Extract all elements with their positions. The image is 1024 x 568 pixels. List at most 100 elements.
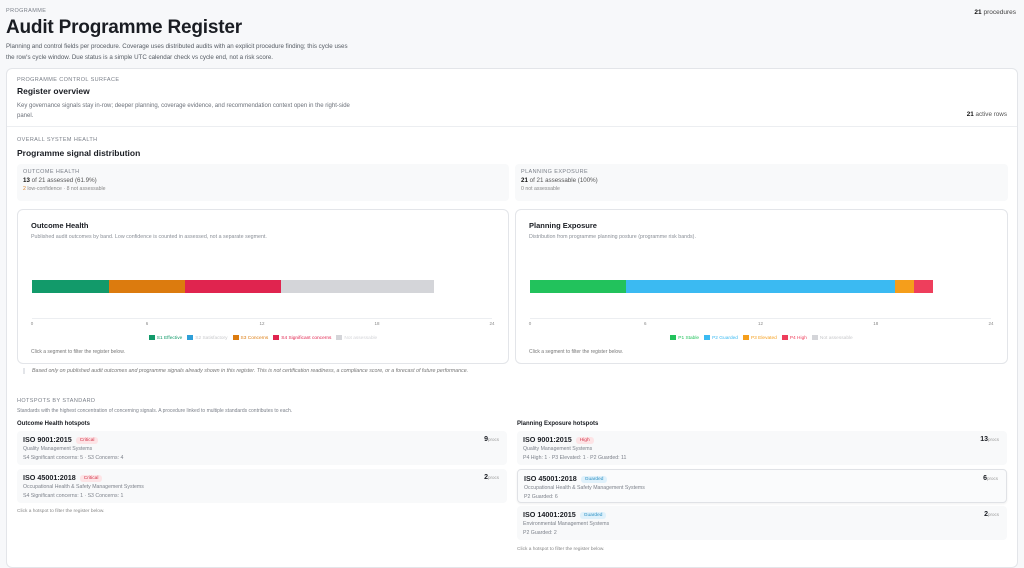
hotspot-item[interactable]: ISO 14001:2015 Guarded Environmental Manag… bbox=[517, 506, 1007, 540]
hotspot-standard-title: Quality Management Systems bbox=[523, 446, 593, 452]
legend-item[interactable]: S3 Concerns bbox=[232, 335, 268, 341]
divider bbox=[7, 126, 1017, 127]
planning-stat-label: PLANNING EXPOSURE bbox=[521, 169, 589, 175]
hotspot-item[interactable]: ISO 45001:2018 Guarded Occupational Health… bbox=[517, 469, 1007, 503]
legend-swatch bbox=[148, 335, 155, 340]
bar-segment-s3-concerns[interactable] bbox=[108, 280, 186, 293]
planning-hotspots-note: Click a hotspot to filter the register b… bbox=[517, 547, 605, 552]
page-title: Audit Programme Register bbox=[6, 17, 242, 38]
procedure-count: 21 procedures bbox=[974, 9, 1016, 16]
hotspot-count: 13procs bbox=[980, 436, 999, 443]
legend-swatch bbox=[187, 335, 194, 340]
chart-legend: S1 Effective S2 Satisfactory S3 Concerns S4… bbox=[18, 335, 508, 341]
hotspot-detail: P2 Guarded: 2 bbox=[523, 530, 557, 536]
outcome-hotspots-title: Outcome Health hotspots bbox=[17, 421, 91, 427]
stacked-bar bbox=[32, 280, 492, 293]
hotspot-standard-title: Quality Management Systems bbox=[23, 446, 93, 452]
chart-legend: P1 Stable P2 Guarded P3 Elevated P4 High Not… bbox=[516, 335, 1007, 341]
hotspot-count: 2procs bbox=[984, 511, 999, 518]
planning-exposure-stat: PLANNING EXPOSURE 21 of 21 assessable (1… bbox=[515, 164, 1008, 201]
legend-swatch bbox=[336, 335, 343, 340]
stacked-bar bbox=[530, 280, 991, 293]
legend-item[interactable]: S4 Significant concerns bbox=[273, 335, 331, 341]
legend-item[interactable]: P2 Guarded bbox=[704, 335, 738, 341]
legend-item[interactable]: P3 Elevated bbox=[742, 335, 777, 341]
hotspot-standard-name: ISO 14001:2015 bbox=[523, 510, 576, 519]
chart-subtitle: Published audit outcomes by band. Low co… bbox=[31, 234, 267, 240]
hotspot-item[interactable]: ISO 45001:2018 Critical Occupational Healt… bbox=[17, 469, 507, 503]
legend-label: P1 Stable bbox=[678, 335, 700, 341]
outcome-stat-count: 13 bbox=[23, 177, 30, 184]
register-overview-card: PROGRAMME CONTROL SURFACE Register overv… bbox=[6, 68, 1018, 568]
x-tick-label: 18 bbox=[374, 321, 380, 326]
x-tick-label: 0 bbox=[30, 321, 34, 326]
x-tick-label: 6 bbox=[643, 321, 647, 326]
hotspot-standard: ISO 45001:2018 Critical bbox=[23, 473, 501, 482]
legend-item[interactable]: Not assessable bbox=[811, 335, 853, 341]
x-axis bbox=[32, 318, 492, 319]
legend-item[interactable]: S1 Effective bbox=[148, 335, 183, 341]
legend-label: S1 Effective bbox=[156, 335, 183, 341]
legend-swatch bbox=[670, 335, 677, 340]
low-confidence-count: 2 bbox=[23, 186, 26, 192]
hotspot-count-unit: procs bbox=[487, 437, 499, 442]
legend-label: Not assessable bbox=[819, 335, 853, 341]
planning-not-assessable: 0 not assessable bbox=[521, 186, 560, 192]
legend-item[interactable]: S2 Satisfactory bbox=[187, 335, 228, 341]
active-rows: 21 active rows bbox=[967, 111, 1007, 118]
health-eyebrow: OVERALL SYSTEM HEALTH bbox=[17, 137, 98, 143]
legend-label: P2 Guarded bbox=[712, 335, 738, 341]
hotspot-count: 2procs bbox=[484, 474, 499, 481]
bar-segment-p1-stable[interactable] bbox=[530, 280, 627, 293]
page-eyebrow: PROGRAMME bbox=[6, 8, 47, 14]
bar-segment-s4-significant-concerns[interactable] bbox=[185, 280, 282, 293]
hotspot-count-unit: procs bbox=[987, 512, 999, 517]
outcome-stat-text: of 21 assessed (61.9%) bbox=[31, 177, 97, 184]
hotspot-count-unit: procs bbox=[987, 437, 999, 442]
hotspot-standard-title: Occupational Health & Safety Management … bbox=[23, 484, 144, 490]
procedure-count-label: procedures bbox=[983, 9, 1016, 16]
hotspot-standard: ISO 14001:2015 Guarded bbox=[523, 510, 1001, 519]
legend-swatch bbox=[273, 335, 280, 340]
hotspot-count: 6procs bbox=[983, 475, 998, 482]
bar-segment-p2-guarded[interactable] bbox=[626, 280, 895, 293]
legend-swatch bbox=[742, 335, 749, 340]
page-header: PROGRAMME Audit Programme Register Plann… bbox=[6, 8, 1018, 63]
hotspot-item[interactable]: ISO 9001:2015 Critical Quality Management … bbox=[17, 431, 507, 465]
legend-label: P3 Elevated bbox=[750, 335, 777, 341]
severity-badge: High bbox=[575, 437, 594, 444]
x-tick-label: 12 bbox=[259, 321, 265, 326]
legend-item[interactable]: P1 Stable bbox=[670, 335, 699, 341]
legend-label: S2 Satisfactory bbox=[195, 335, 228, 341]
hotspot-item[interactable]: ISO 9001:2015 High Quality Management Syst… bbox=[517, 431, 1007, 465]
legend-item[interactable]: Not assessable bbox=[336, 335, 377, 341]
hotspot-count: 9procs bbox=[484, 436, 499, 443]
chart-note: Click a segment to filter the register b… bbox=[31, 349, 125, 355]
outcome-health-stat: OUTCOME HEALTH 13 of 21 assessed (61.9%)… bbox=[17, 164, 509, 201]
overview-eyebrow: PROGRAMME CONTROL SURFACE bbox=[17, 77, 120, 83]
bar-segment-p4-high[interactable] bbox=[914, 280, 934, 293]
planning-hotspots-title: Planning Exposure hotspots bbox=[517, 421, 599, 427]
hotspot-standard: ISO 9001:2015 Critical bbox=[23, 435, 501, 444]
hotspot-count-unit: procs bbox=[986, 476, 998, 481]
x-axis bbox=[530, 318, 991, 319]
health-title: Programme signal distribution bbox=[17, 148, 141, 158]
outcome-stat-label: OUTCOME HEALTH bbox=[23, 169, 80, 175]
bar-segment-p3-elevated[interactable] bbox=[894, 280, 915, 293]
severity-badge: Guarded bbox=[579, 512, 607, 519]
bar-segment-s1-effective[interactable] bbox=[32, 280, 109, 293]
hotspot-standard-name: ISO 45001:2018 bbox=[23, 473, 76, 482]
legend-item[interactable]: P4 High bbox=[781, 335, 807, 341]
hotspot-standard-name: ISO 9001:2015 bbox=[23, 435, 72, 444]
chart-title: Planning Exposure bbox=[529, 221, 597, 230]
legend-swatch bbox=[704, 335, 711, 340]
chart-subtitle: Distribution from programme planning pos… bbox=[529, 234, 696, 240]
bar-segment-not-assessable[interactable] bbox=[281, 280, 435, 293]
x-tick-label: 6 bbox=[145, 321, 149, 326]
hotspots-description: Standards with the highest concentration… bbox=[17, 408, 293, 414]
x-tick-label: 24 bbox=[988, 321, 994, 326]
hotspot-detail: P2 Guarded: 6 bbox=[524, 494, 558, 500]
active-rows-count: 21 bbox=[966, 111, 974, 118]
hotspot-standard-title: Environmental Management Systems bbox=[523, 521, 610, 527]
not-assessable-text: · 8 not assessable bbox=[63, 186, 106, 192]
